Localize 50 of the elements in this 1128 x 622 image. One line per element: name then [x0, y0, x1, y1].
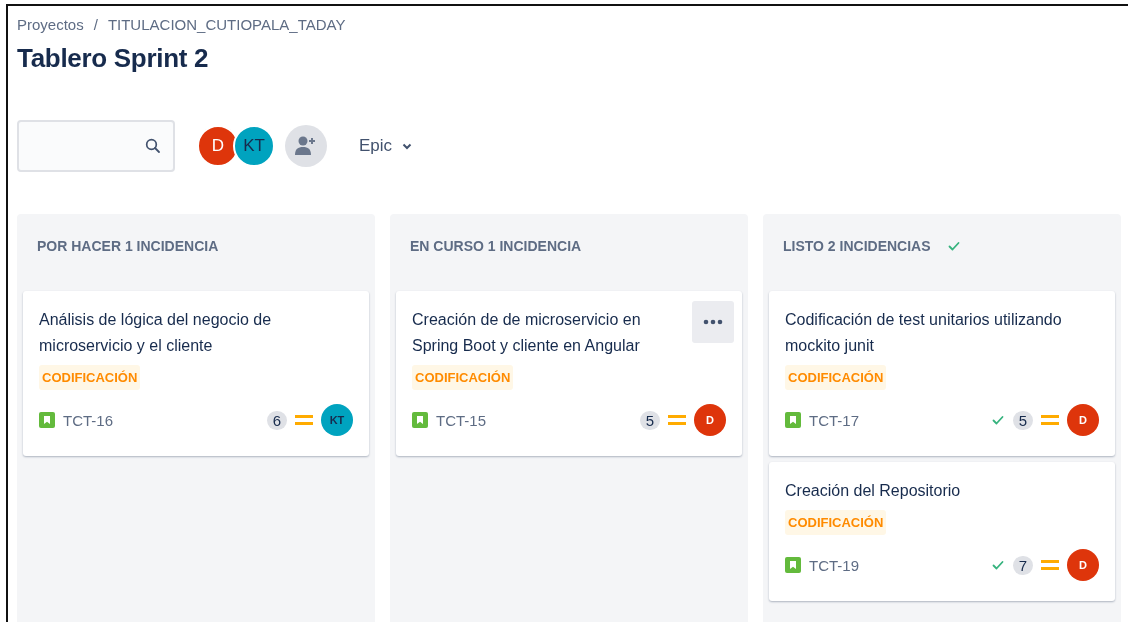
- user-avatar[interactable]: KT: [233, 125, 275, 167]
- issue-key[interactable]: TCT-17: [809, 411, 859, 429]
- issue-card[interactable]: Creación del Repositorio CODIFICACIÓN TCT-19 7 D: [769, 462, 1115, 601]
- story-points: 5: [639, 410, 660, 430]
- chevron-down-icon: [402, 142, 413, 150]
- assignee-avatar[interactable]: D: [1067, 549, 1099, 581]
- epic-label: CODIFICACIÓN: [785, 365, 887, 390]
- story-points: 5: [1012, 410, 1033, 430]
- more-icon: [703, 319, 723, 325]
- more-button[interactable]: [692, 301, 734, 343]
- epic-label: CODIFICACIÓN: [412, 365, 514, 390]
- done-check-icon: [990, 558, 1005, 572]
- story-icon: [412, 412, 428, 428]
- priority-medium-icon: [668, 414, 686, 426]
- add-person-icon[interactable]: [285, 125, 327, 167]
- story-icon: [785, 412, 801, 428]
- epic-label: CODIFICACIÓN: [785, 510, 887, 535]
- story-icon: [39, 412, 55, 428]
- search-icon: [145, 138, 161, 154]
- breadcrumb-link[interactable]: Proyectos: [17, 16, 84, 33]
- story-points: 7: [1012, 555, 1033, 575]
- issue-summary: Creación del Repositorio: [785, 481, 962, 501]
- breadcrumb-link[interactable]: TITULACION_CUTIOPALA_TADAY: [107, 16, 346, 33]
- issue-key[interactable]: TCT-15: [436, 411, 486, 429]
- done-check-icon: [990, 413, 1005, 427]
- column-title: POR HACER 1 INCIDENCIA: [37, 238, 219, 254]
- issue-summary: Análisis de lógica del negocio de microservicio y el cliente: [39, 310, 273, 356]
- epic-filter[interactable]: Epic: [359, 130, 413, 162]
- issue-key[interactable]: TCT-16: [63, 411, 113, 429]
- issue-summary: Codificación de test unitarios utilizando mockito junit: [785, 310, 1063, 356]
- story-points: 6: [266, 410, 287, 430]
- issue-card[interactable]: Codificación de test unitarios utilizando mockito junit CODIFICACIÓN TCT-17 5 D: [769, 291, 1115, 456]
- issue-summary: Creación de de microservicio en Spring Boot y cliente en Angular: [412, 310, 642, 356]
- column-title: LISTO 2 INCIDENCIAS: [783, 238, 931, 254]
- issue-card[interactable]: Creación de de microservicio en Spring Boot y cliente en Angular CODIFICACIÓN TCT-15 5 D: [396, 291, 742, 456]
- issue-card[interactable]: Análisis de lógica del negocio de microservicio y el cliente CODIFICACIÓN TCT-16 6 KT: [23, 291, 369, 456]
- assignee-avatar[interactable]: D: [1067, 404, 1099, 436]
- priority-medium-icon: [1041, 414, 1059, 426]
- breadcrumb-separator: /: [93, 16, 98, 33]
- priority-medium-icon: [1041, 559, 1059, 571]
- issue-key[interactable]: TCT-19: [809, 556, 859, 574]
- search-field[interactable]: [17, 120, 175, 172]
- assignee-avatar[interactable]: D: [694, 404, 726, 436]
- column-title: EN CURSO 1 INCIDENCIA: [410, 238, 582, 254]
- assignee-avatar[interactable]: KT: [321, 404, 353, 436]
- story-icon: [785, 557, 801, 573]
- done-check-icon: [946, 239, 961, 253]
- board-title: Tablero Sprint 2: [17, 43, 210, 74]
- epic-label: CODIFICACIÓN: [39, 365, 141, 390]
- priority-medium-icon: [295, 414, 313, 426]
